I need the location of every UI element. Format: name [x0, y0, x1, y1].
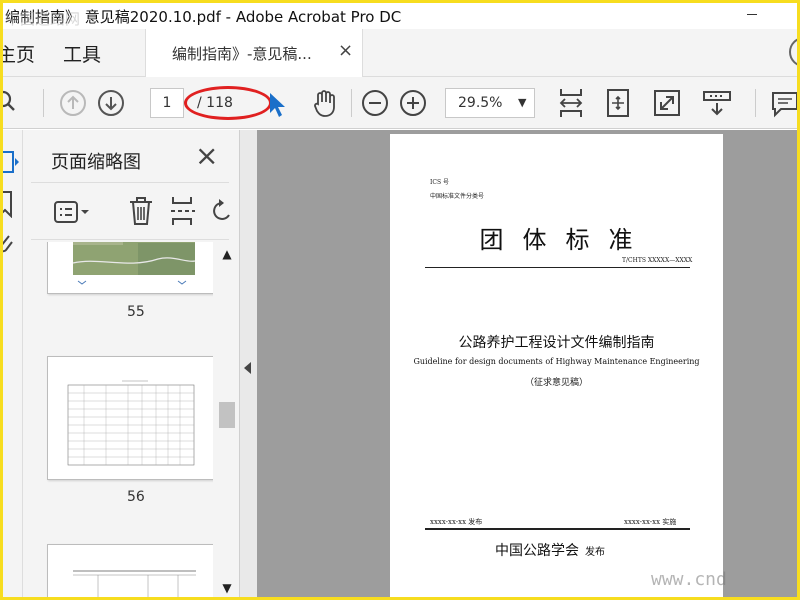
thumbnail-drawing-image: [73, 570, 196, 597]
previous-page-icon[interactable]: [59, 89, 87, 117]
menu-home[interactable]: 主页: [3, 40, 35, 67]
hand-tool-icon[interactable]: [309, 87, 341, 119]
thumbnail-scrollbar[interactable]: ▲ ▼: [217, 242, 237, 597]
document-tab[interactable]: 编制指南》-意见稿... ×: [145, 29, 363, 77]
zoom-select[interactable]: 29.5% ▼: [445, 88, 535, 118]
thumbnail-list: 55 56: [23, 242, 213, 597]
thumbnail-page[interactable]: [47, 356, 213, 480]
doc-classification: 中国标准文件分类号: [430, 193, 485, 200]
thumbnail-page[interactable]: [47, 544, 213, 597]
read-mode-icon[interactable]: [701, 87, 733, 119]
comment-icon[interactable]: [769, 87, 797, 119]
app-window: 编制指南》 意见稿2020.10.pdf - Adobe Acrobat Pro…: [3, 3, 797, 597]
options-menu-icon[interactable]: [53, 199, 93, 225]
thumbnails-panel: 页面缩略图 × 55 56 ▲ ▼: [23, 130, 240, 597]
full-screen-icon[interactable]: [651, 87, 683, 119]
doc-title-cn: 公路养护工程设计文件编制指南: [458, 335, 655, 351]
page-number-input[interactable]: 1: [150, 88, 184, 118]
doc-publisher-name: 中国公路学会: [495, 543, 579, 559]
watermark-top: 中国道路网: [5, 10, 81, 28]
thumbnail-page-number: 56: [127, 489, 145, 505]
toolbar-separator: [351, 89, 352, 117]
zoom-value: 29.5%: [458, 95, 503, 111]
left-rail: [3, 130, 23, 597]
doc-code: T/CHTS XXXXX—XXXX: [622, 257, 693, 264]
select-cursor-icon[interactable]: [265, 91, 287, 119]
thumbnail-table-image: [67, 380, 195, 466]
doc-publisher-verb: 发布: [585, 547, 605, 558]
doc-publisher: 中国公路学会 发布: [495, 540, 605, 560]
panel-title: 页面缩略图: [51, 152, 141, 173]
watermark-bottom: www.cnd: [651, 569, 727, 590]
doc-release-date: xxxx-xx-xx 发布: [430, 518, 483, 526]
doc-heading: 团体标准: [479, 226, 652, 254]
bookmark-icon[interactable]: [3, 190, 15, 218]
tab-close-icon[interactable]: ×: [338, 40, 353, 61]
page-thumbnails-icon[interactable]: [3, 148, 19, 178]
scroll-up-icon[interactable]: ▲: [217, 244, 237, 264]
zoom-in-icon[interactable]: [399, 89, 427, 117]
title-bar: 编制指南》 意见稿2020.10.pdf - Adobe Acrobat Pro…: [3, 3, 797, 29]
toolbar-separator: [755, 89, 756, 117]
delete-icon[interactable]: [127, 195, 155, 227]
thumbnail-map-image: [72, 242, 196, 285]
document-page: ICS 号 中国标准文件分类号 团体标准 T/CHTS XXXXX—XXXX 公…: [390, 134, 723, 597]
doc-divider: [425, 528, 690, 530]
doc-effective-date: xxxx-xx-xx 实施: [624, 518, 677, 526]
tab-bar: 主页 工具 编制指南》-意见稿... ×: [3, 29, 797, 77]
close-icon[interactable]: ×: [195, 142, 218, 170]
chevron-down-icon: ▼: [518, 96, 527, 109]
search-icon[interactable]: [3, 89, 21, 115]
rotate-view-icon[interactable]: [603, 87, 635, 119]
rotate-icon[interactable]: [209, 197, 233, 225]
tab-label: 编制指南》-意见稿...: [172, 45, 312, 63]
next-page-icon[interactable]: [97, 89, 125, 117]
menu-tools[interactable]: 工具: [63, 40, 101, 67]
share-icon[interactable]: [789, 37, 797, 67]
doc-title-en: Guideline for design documents of Highwa…: [413, 357, 700, 366]
doc-divider: [425, 267, 690, 268]
fit-page-icon[interactable]: [555, 87, 587, 119]
toolbar-separator: [43, 89, 44, 117]
toolbar: 1 / 118 29.5% ▼: [3, 77, 797, 129]
panel-collapse-handle[interactable]: [240, 130, 257, 597]
document-viewer[interactable]: ICS 号 中国标准文件分类号 团体标准 T/CHTS XXXXX—XXXX 公…: [257, 130, 797, 597]
panel-toolbar: [31, 182, 230, 240]
collapse-arrow-icon: [244, 362, 251, 374]
scroll-down-icon[interactable]: ▼: [217, 578, 237, 597]
minimize-button[interactable]: [737, 3, 767, 29]
thumbnail-page-number: 55: [127, 304, 145, 320]
thumbnail-page[interactable]: [47, 242, 213, 294]
attachment-icon[interactable]: [3, 230, 15, 256]
highlight-annotation: [184, 86, 272, 120]
doc-draft-note: （征求意见稿）: [524, 378, 588, 388]
scrollbar-thumb[interactable]: [219, 402, 235, 428]
zoom-out-icon[interactable]: [361, 89, 389, 117]
insert-page-icon[interactable]: [169, 195, 195, 227]
doc-ics: ICS 号: [430, 179, 449, 186]
